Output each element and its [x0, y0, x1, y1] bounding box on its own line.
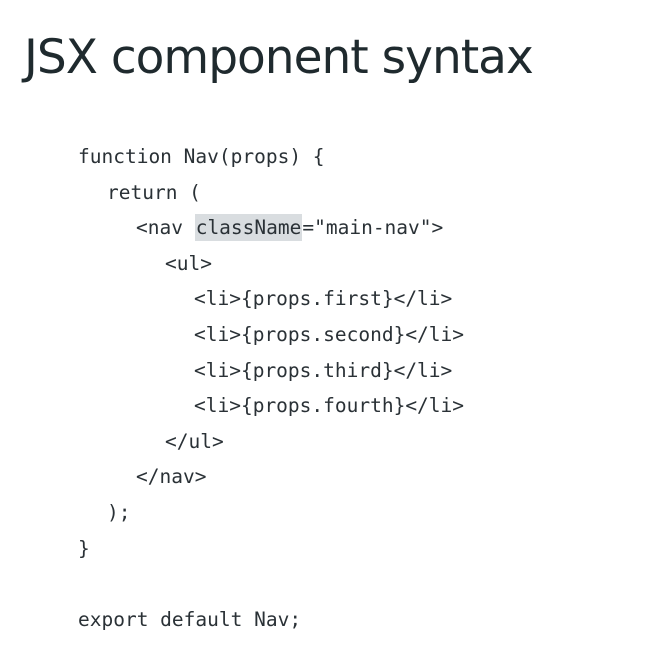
code-line-export: export default Nav; — [78, 607, 302, 631]
code-line-return: return ( — [107, 180, 201, 204]
code-line-li-third: <li>{props.third}</li> — [194, 358, 453, 382]
code-line-nav-close: </nav> — [136, 465, 207, 489]
classname-highlight: className — [194, 214, 303, 242]
code-line-nav-open: <nav className="main-nav"> — [78, 210, 464, 246]
code-line-ul-open: <ul> — [165, 251, 212, 275]
nav-class-value: ="main-nav"> — [302, 216, 444, 240]
code-line-function-close: } — [78, 536, 90, 560]
code-line-return-close: ); — [107, 500, 131, 524]
code-line-li-fourth: <li>{props.fourth}</li> — [194, 394, 465, 418]
slide: JSX component syntax function Nav(props)… — [0, 0, 670, 662]
code-line-li-first: <li>{props.first}</li> — [194, 287, 453, 311]
code-line-li-second: <li>{props.second}</li> — [194, 322, 465, 346]
code-block: function Nav(props) { return ( <nav clas… — [78, 139, 464, 637]
code-line-ul-close: </ul> — [165, 429, 224, 453]
slide-title: JSX component syntax — [24, 30, 534, 85]
code-line-function: function Nav(props) { — [78, 145, 325, 168]
nav-open-tag: <nav — [136, 216, 195, 240]
